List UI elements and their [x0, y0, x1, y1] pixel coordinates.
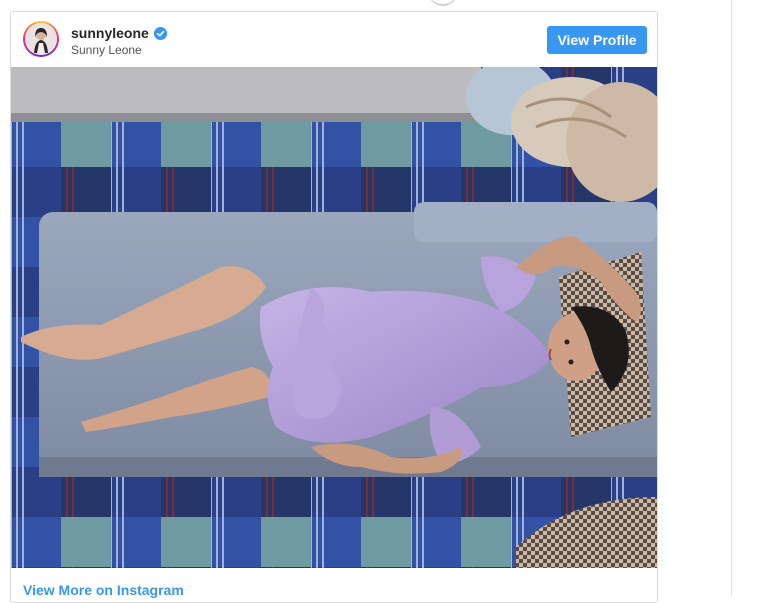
view-profile-button[interactable]: View Profile — [547, 26, 647, 54]
post-photo[interactable] — [11, 67, 657, 568]
avatar[interactable] — [23, 21, 59, 57]
username-link[interactable]: sunnyleone — [71, 25, 149, 41]
username-row: sunnyleone — [71, 25, 167, 41]
avatar-image — [25, 23, 57, 55]
page-divider — [731, 0, 732, 597]
verified-badge-icon — [153, 26, 167, 40]
loading-spinner-arc — [428, 0, 458, 6]
view-more-on-instagram-link[interactable]: View More on Instagram — [23, 582, 184, 598]
full-name: Sunny Leone — [71, 43, 142, 57]
instagram-embed-card: sunnyleone Sunny Leone View Profile View… — [10, 11, 658, 603]
embed-header: sunnyleone Sunny Leone View Profile — [11, 12, 657, 67]
